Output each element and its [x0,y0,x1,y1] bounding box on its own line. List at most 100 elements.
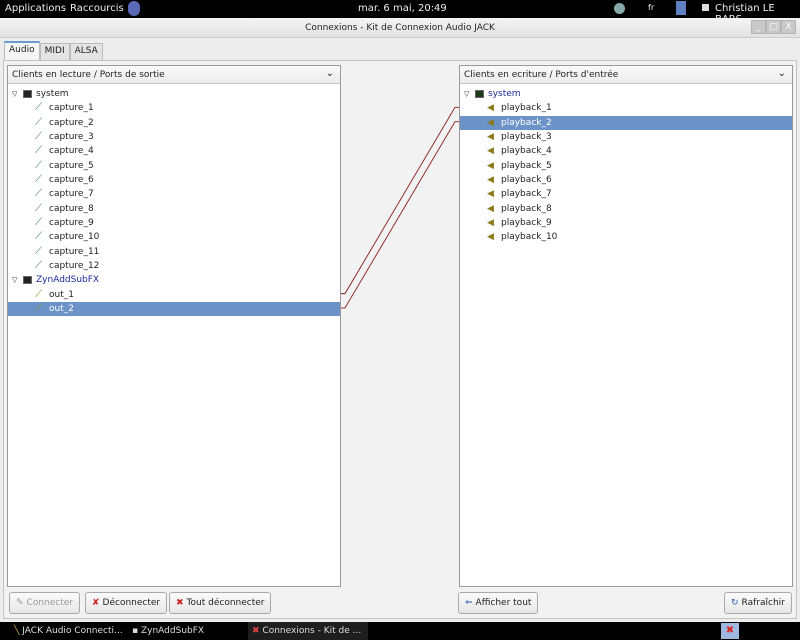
port-row[interactable]: ◀ playback_3 [460,130,792,144]
x-icon: ✘ [92,598,100,608]
connection-line[interactable] [341,121,459,309]
connection-line[interactable] [341,106,459,295]
port-row[interactable]: ◀ playback_8 [460,202,792,216]
port-label: capture_6 [49,174,94,185]
app-launcher-icon[interactable] [128,1,140,16]
output-port-icon: ⟋ [35,288,42,300]
port-row[interactable]: ⟋ capture_5 [8,159,340,173]
port-row[interactable]: ⟋ capture_1 [8,101,340,115]
port-label: capture_10 [49,232,100,243]
port-row[interactable]: ◀ playback_9 [460,216,792,230]
connect-button[interactable]: ✎ Connecter [9,592,80,614]
input-ports-header-label: Clients en ecriture / Ports d'entrée [464,70,619,80]
client-row[interactable]: ▽ system [460,87,792,101]
client-row[interactable]: ▽ system [8,87,340,101]
refresh-button[interactable]: ↻ Rafraîchir [724,592,792,614]
port-row[interactable]: ◀ playback_4 [460,144,792,158]
output-port-icon: ⟋ [35,259,42,271]
port-row[interactable]: ⟋ capture_2 [8,116,340,130]
port-row[interactable]: ◀ playback_1 [460,101,792,115]
port-row[interactable]: ◀ playback_2 [460,115,792,130]
port-row[interactable]: ⟋ capture_10 [8,230,340,244]
port-label: playback_8 [501,203,552,214]
chat-icon [702,4,709,11]
port-row[interactable]: ⟋ capture_9 [8,216,340,230]
output-ports-panel[interactable]: Clients en lecture / Ports de sortie ⌄ ▽ s… [7,65,341,587]
speaker-icon: ◀ [487,131,494,142]
connections-view[interactable] [341,83,459,323]
show-all-label: Afficher tout [475,598,532,608]
output-port-icon: ⟋ [35,202,42,214]
output-port-icon: ⟋ [35,159,42,171]
speaker-icon: ◀ [487,146,494,157]
expand-triangle-icon[interactable]: ▽ [12,273,17,287]
port-row[interactable]: ⟋ capture_7 [8,187,340,201]
show-all-button[interactable]: ⇐ Afficher tout [458,592,539,614]
client-row[interactable]: ▽ ZynAddSubFX [8,273,340,287]
port-label: capture_1 [49,103,94,114]
output-port-icon: ⟋ [35,216,42,228]
taskbar-item-jack[interactable]: ╲ JACK Audio Connecti... [10,622,128,640]
clock[interactable]: mar. 6 mai, 20:49 [358,3,447,14]
refresh-label: Rafraîchir [741,598,785,608]
disconnect-button[interactable]: ✘ Déconnecter [85,592,168,614]
network-icon[interactable] [614,3,625,14]
output-port-icon: ⟋ [35,245,42,257]
disconnect-all-button[interactable]: ✖ Tout déconnecter [169,592,272,614]
disconnect-all-label: Tout déconnecter [186,598,265,608]
port-label: playback_9 [501,217,552,228]
port-row[interactable]: ◀ playback_6 [460,173,792,187]
window-title: Connexions - Kit de Connexion Audio JACK [305,23,495,33]
port-row[interactable]: ◀ playback_10 [460,230,792,244]
tab-bar: Audio MIDI ALSA [4,41,103,60]
maximize-button[interactable]: □ [766,20,781,34]
port-row[interactable]: ⟋ out_1 [8,288,340,302]
port-row[interactable]: ⟋ capture_11 [8,245,340,259]
port-row[interactable]: ⟋ capture_4 [8,144,340,158]
port-label: playback_2 [501,117,552,128]
port-row[interactable]: ⟋ capture_6 [8,173,340,187]
shortcuts-menu[interactable]: Raccourcis [70,3,124,14]
taskbar-item-connexions[interactable]: ✖ Connexions - Kit de ... [248,622,368,640]
tab-audio[interactable]: Audio [4,41,40,60]
speaker-icon: ◀ [487,160,494,171]
chevron-down-icon[interactable]: ⌄ [326,68,334,79]
keyboard-layout[interactable]: fr [648,3,654,12]
chevron-down-icon[interactable]: ⌄ [778,68,786,79]
port-label: playback_7 [501,189,552,200]
speaker-icon: ◀ [487,217,494,228]
port-row[interactable]: ⟋ capture_3 [8,130,340,144]
taskbar-item-label: Connexions - Kit de ... [262,626,362,636]
port-label: playback_6 [501,174,552,185]
output-port-icon: ⟋ [35,116,42,128]
input-ports-header[interactable]: Clients en ecriture / Ports d'entrée ⌄ [460,66,792,84]
window-titlebar[interactable]: Connexions - Kit de Connexion Audio JACK… [0,18,800,38]
port-row[interactable]: ◀ playback_5 [460,159,792,173]
output-port-icon: ⟋ [35,102,42,114]
clipboard-icon[interactable] [676,1,686,15]
tab-alsa[interactable]: ALSA [69,43,103,60]
expand-triangle-icon[interactable]: ▽ [464,87,469,101]
plug-icon: ✎ [16,598,24,608]
x-all-icon: ✖ [176,598,184,608]
client-icon [23,276,32,285]
applications-menu[interactable]: Applications [5,3,66,14]
port-label: capture_5 [49,160,94,171]
taskbar-item-zynaddsubfx[interactable]: ▪ ZynAddSubFX [128,622,246,640]
port-row[interactable]: ⟋ capture_8 [8,202,340,216]
workspace-switcher[interactable]: ✖ [721,623,739,639]
port-label: capture_2 [49,117,94,128]
tab-midi[interactable]: MIDI [39,43,70,60]
output-ports-header[interactable]: Clients en lecture / Ports de sortie ⌄ [8,66,340,84]
minimize-button[interactable]: _ [751,20,766,34]
input-ports-panel[interactable]: Clients en ecriture / Ports d'entrée ⌄ ▽ s… [459,65,793,587]
port-row[interactable]: ⟋ capture_12 [8,259,340,273]
expand-triangle-icon[interactable]: ▽ [12,87,17,101]
port-label: playback_5 [501,160,552,171]
port-label: playback_1 [501,103,552,114]
port-row[interactable]: ◀ playback_7 [460,187,792,201]
port-label: capture_3 [49,131,94,142]
close-button[interactable]: X [781,20,796,34]
port-row[interactable]: ⟋ out_2 [8,301,340,316]
client-label: ZynAddSubFX [36,275,100,286]
